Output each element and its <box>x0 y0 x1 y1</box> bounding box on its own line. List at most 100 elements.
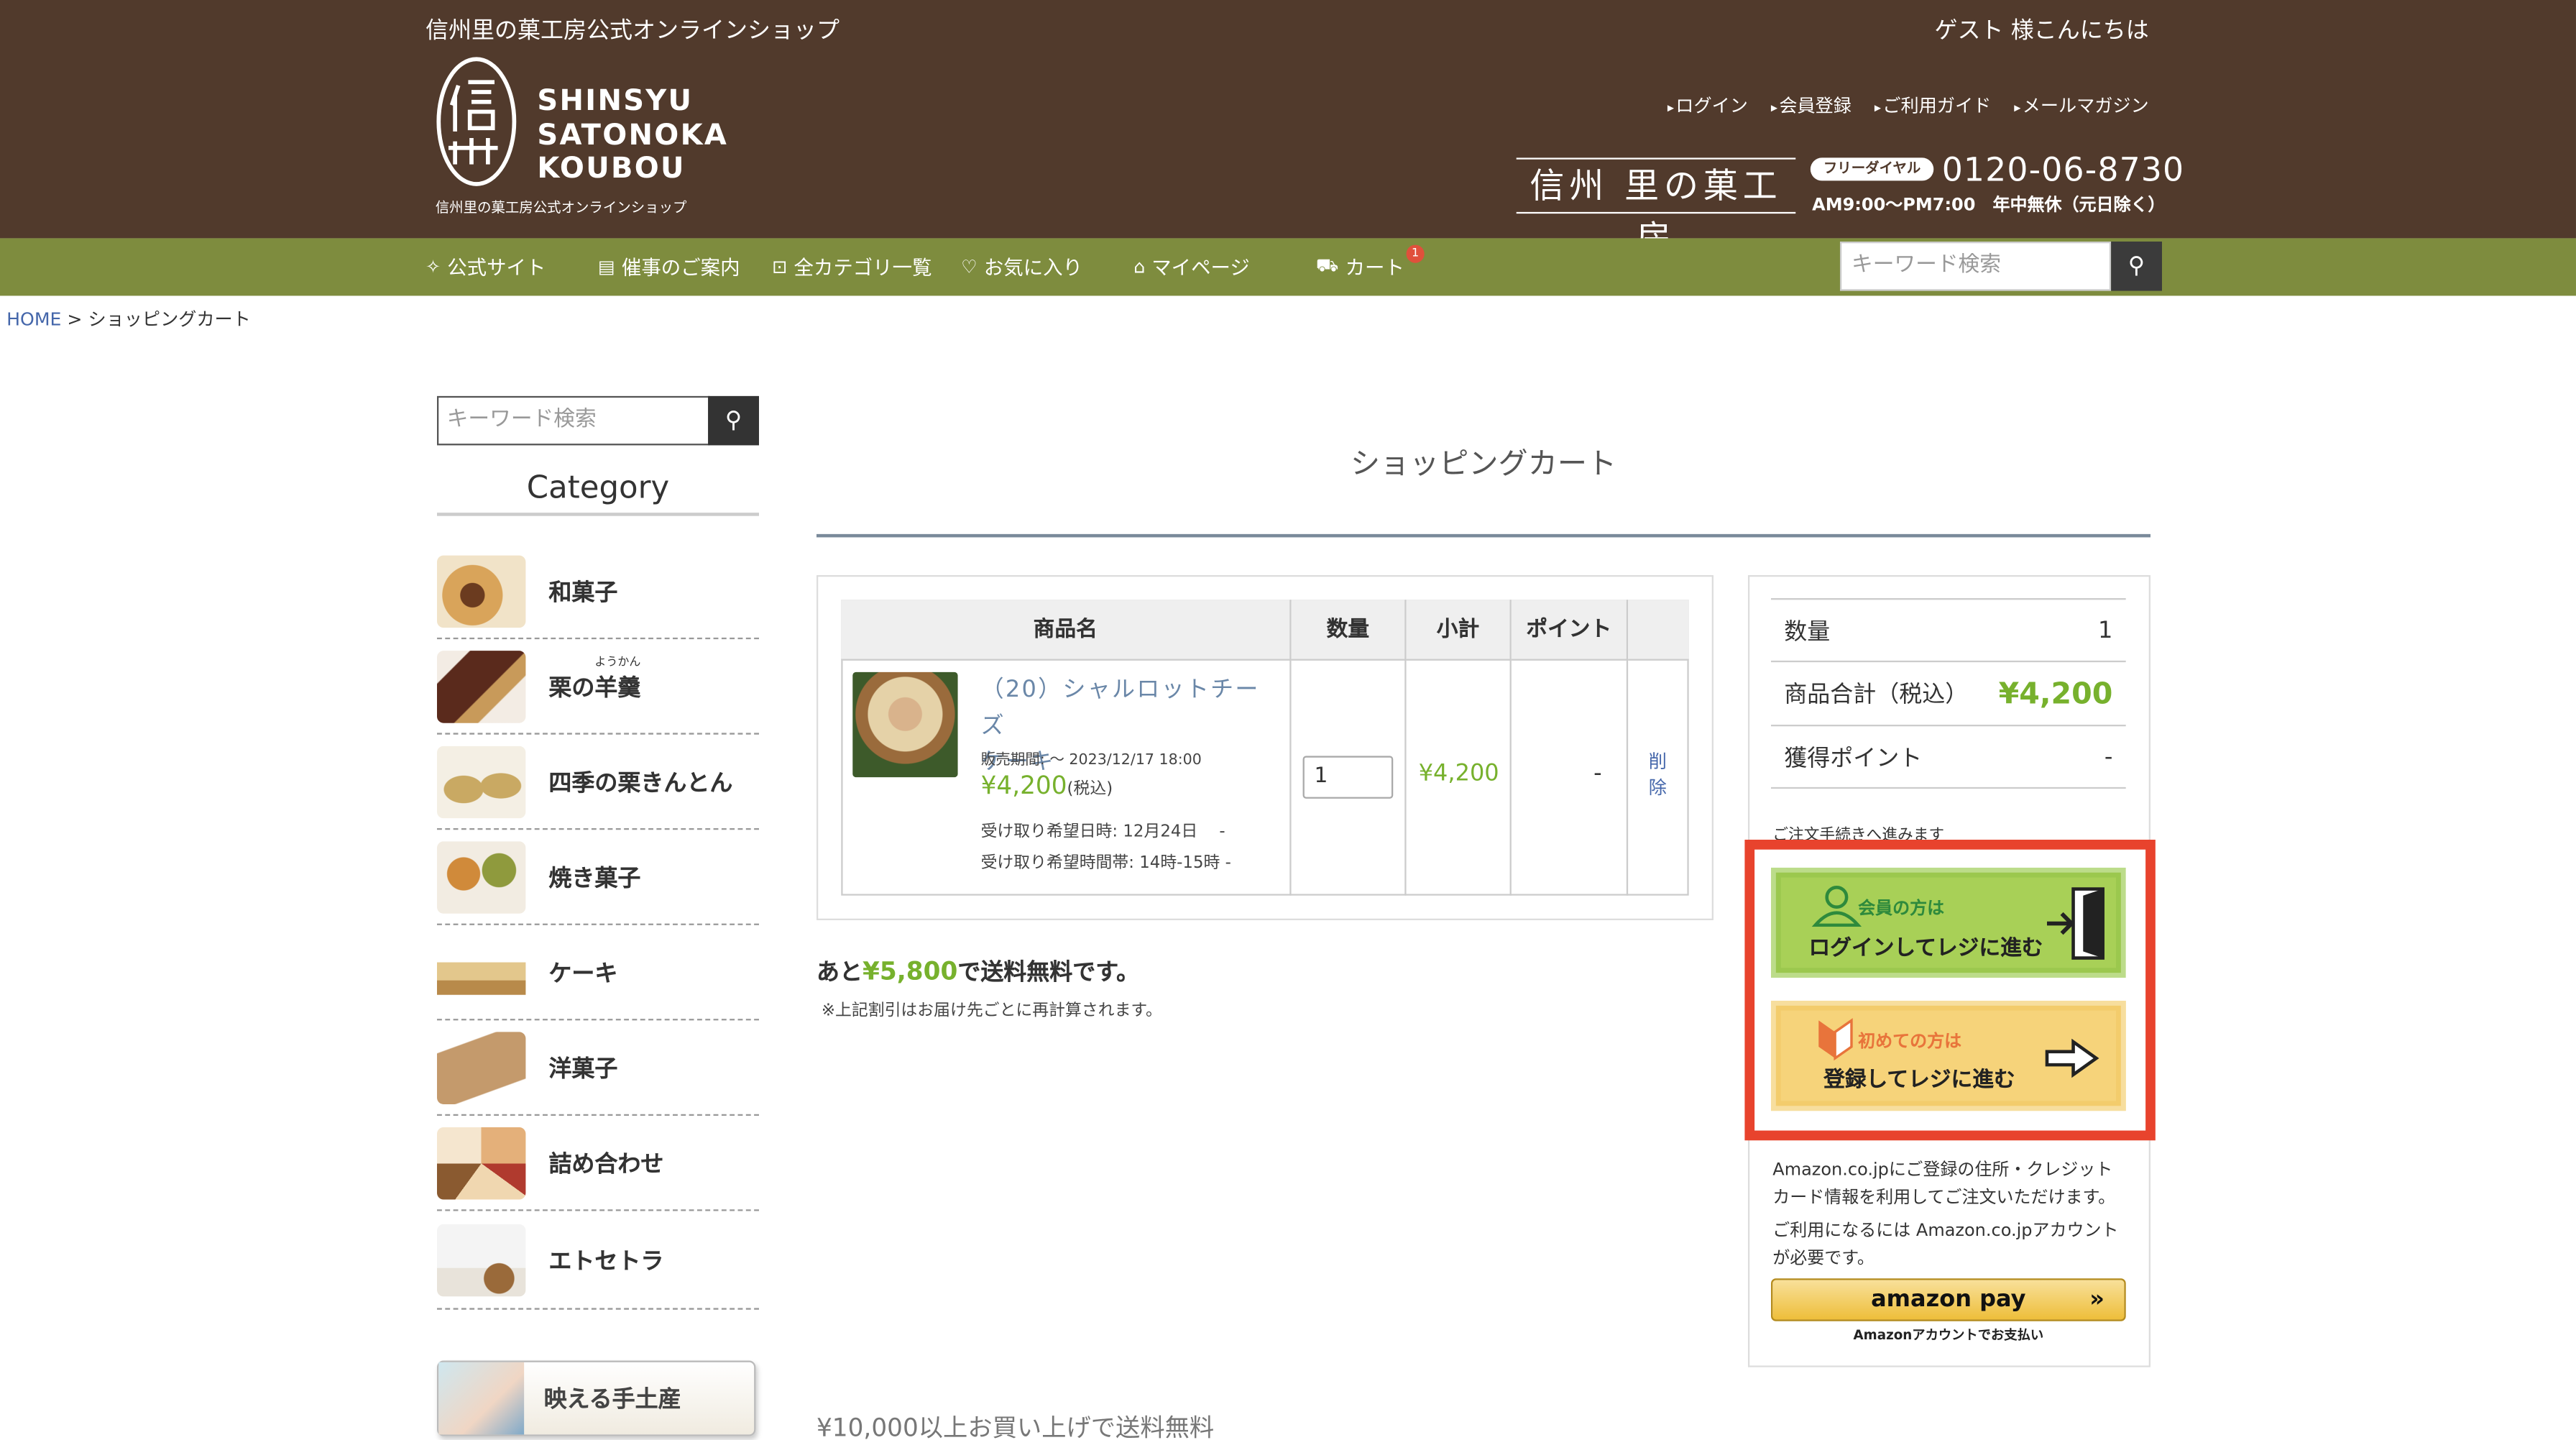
category-label: 焼き菓子 <box>548 865 641 891</box>
lock-icon: ⌂ <box>1133 256 1146 278</box>
free-dial-badge: フリーダイヤル <box>1810 157 1934 181</box>
category-label: ようかん栗の羊羹 <box>548 655 641 702</box>
banner-thumbnail <box>438 1362 525 1435</box>
category-thumbnail <box>436 1126 526 1199</box>
free-ship-post: で送料無料です。 <box>957 959 1140 986</box>
price-value: ¥4,200 <box>980 770 1067 801</box>
category-item-kuri-yokan[interactable]: ようかん栗の羊羹 <box>436 639 759 735</box>
phone-number: 0120-06-8730 <box>1941 149 2185 189</box>
column-header-quantity: 数量 <box>1291 600 1407 661</box>
product-price: ¥4,200(税込) <box>981 771 1113 800</box>
recalc-note: ※上記割引はお届け先ごとに再計算されます。 <box>821 1002 1162 1021</box>
nav-all-categories[interactable]: ⊡ 全カテゴリ一覧 <box>772 253 932 281</box>
nav-official-site[interactable]: ✧ 公式サイト <box>426 253 546 281</box>
summary-row-points: 獲得ポイント - <box>1770 724 2126 789</box>
logo-line-3: KOUBOU <box>537 152 686 186</box>
category-thumbnail <box>436 840 526 913</box>
souvenir-banner[interactable]: 映える手土産 <box>436 1360 756 1436</box>
delete-char-2: 除 <box>1648 777 1667 799</box>
category-label: 洋菓子 <box>548 1055 618 1083</box>
table-divider <box>1289 660 1292 896</box>
category-thumbnail <box>436 554 526 627</box>
breadcrumb-home[interactable]: HOME <box>6 309 61 331</box>
category-item-wagashi[interactable]: 和菓子 <box>436 544 759 640</box>
amazon-account-note: ご利用になるには Amazon.co.jpアカウントが必要です。 <box>1772 1221 2119 1269</box>
yokan-ruby: ようかん <box>594 654 641 669</box>
summary-label: 獲得ポイント <box>1784 745 1923 772</box>
category-label: 四季の栗きんとん <box>548 769 733 797</box>
mail-magazine-link[interactable]: メールマガジン <box>2014 92 2149 119</box>
sidebar-search-input[interactable]: キーワード検索 <box>436 395 710 446</box>
checkout-highlight-frame <box>1744 839 2156 1141</box>
title-divider <box>816 533 2150 538</box>
category-label-text: 栗の羊羹 <box>548 674 641 701</box>
amazon-pay-label: amazon pay <box>1871 1286 2026 1313</box>
diamond-icon: ✧ <box>425 256 441 278</box>
sidebar-search-button[interactable]: ⚲ <box>708 395 759 446</box>
category-item-kurikinton[interactable]: 四季の栗きんとん <box>436 735 759 830</box>
quantity-input[interactable]: 1 <box>1302 756 1394 799</box>
nav-label: 催事のご案内 <box>621 256 740 280</box>
category-item-yogashi[interactable]: 洋菓子 <box>436 1020 759 1116</box>
column-header-actions <box>1628 600 1689 661</box>
double-chevron-icon: » <box>2089 1286 2104 1313</box>
guide-link[interactable]: ご利用ガイド <box>1874 92 1991 119</box>
cart-count-badge: 1 <box>1406 244 1425 263</box>
nav-favorites[interactable]: ♡ お気に入り <box>961 253 1082 281</box>
main-nav <box>0 238 2576 296</box>
amazon-pay-caption: Amazonアカウントでお支払い <box>1853 1327 2044 1343</box>
nav-label: 公式サイト <box>447 256 546 280</box>
summary-value: - <box>2104 743 2113 770</box>
pickup-date: 受け取り希望日時: 12月24日 - <box>980 823 1225 842</box>
amazon-pay-button[interactable]: amazon pay » <box>1770 1278 2126 1321</box>
column-header-subtotal: 小計 <box>1406 600 1512 661</box>
free-shipping-message: あと¥5,800で送料無料です。 <box>816 955 1139 988</box>
column-header-product: 商品名 <box>841 600 1292 661</box>
login-link[interactable]: ログイン <box>1668 92 1748 119</box>
summary-value: 1 <box>2098 617 2113 643</box>
category-label: エトセトラ <box>548 1247 664 1275</box>
product-image[interactable] <box>852 671 958 778</box>
category-item-assortment[interactable]: 詰め合わせ <box>436 1116 759 1211</box>
delete-item-link[interactable]: 削除 <box>1644 749 1671 802</box>
summary-row-total: 商品合計（税込） ¥4,200 <box>1770 660 2126 725</box>
category-divider <box>436 513 759 516</box>
category-label: 和菓子 <box>548 579 618 606</box>
line-points: - <box>1593 761 1602 787</box>
free-ship-pre: あと <box>816 959 862 986</box>
category-item-cake[interactable]: ケーキ <box>436 925 759 1021</box>
summary-label: 数量 <box>1784 618 1831 646</box>
nav-events[interactable]: ▤ 催事のご案内 <box>598 253 740 281</box>
summary-total-value: ¥4,200 <box>1998 676 2113 711</box>
search-icon: ⚲ <box>724 407 742 434</box>
category-label: ケーキ <box>548 960 618 987</box>
category-thumbnail <box>436 745 526 818</box>
nav-label: 全カテゴリ一覧 <box>794 256 932 280</box>
page-title: ショッピングカート <box>1350 446 1617 482</box>
column-header-points: ポイント <box>1511 600 1629 661</box>
category-item-yakigashi[interactable]: 焼き菓子 <box>436 830 759 925</box>
greeting-text: ゲスト 様こんにちは <box>1934 18 2149 45</box>
logo-emblem-icon[interactable] <box>436 56 518 188</box>
breadcrumb: HOME > ショッピングカート <box>6 306 251 332</box>
summary-label: 商品合計（税込） <box>1784 682 1969 709</box>
nav-label: マイページ <box>1151 256 1250 280</box>
nav-label: お気に入り <box>983 256 1083 280</box>
search-icon: ⚲ <box>2128 252 2145 280</box>
heart-icon: ♡ <box>961 256 978 278</box>
nav-mypage[interactable]: ⌂ マイページ <box>1133 253 1250 281</box>
category-thumbnail <box>436 935 526 1009</box>
category-heading: Category <box>526 469 670 506</box>
bag-icon: ⊡ <box>772 256 788 278</box>
category-label: 詰め合わせ <box>548 1151 664 1178</box>
header-search-button[interactable]: ⚲ <box>2111 241 2162 291</box>
header-search-input[interactable]: キーワード検索 <box>1839 241 2112 291</box>
tax-label: (税込) <box>1067 780 1113 799</box>
nav-cart[interactable]: ⛟ カート <box>1316 253 1404 281</box>
register-link[interactable]: 会員登録 <box>1771 92 1852 119</box>
category-item-etcetera[interactable]: エトセトラ <box>436 1211 759 1310</box>
logo-wordmark[interactable]: SHINSYU SATONOKA KOUBOU <box>537 86 728 187</box>
header-links: ログイン 会員登録 ご利用ガイド メールマガジン <box>1668 92 2149 119</box>
logo-line-2: SATONOKA <box>537 119 729 152</box>
site-header <box>0 0 2576 239</box>
